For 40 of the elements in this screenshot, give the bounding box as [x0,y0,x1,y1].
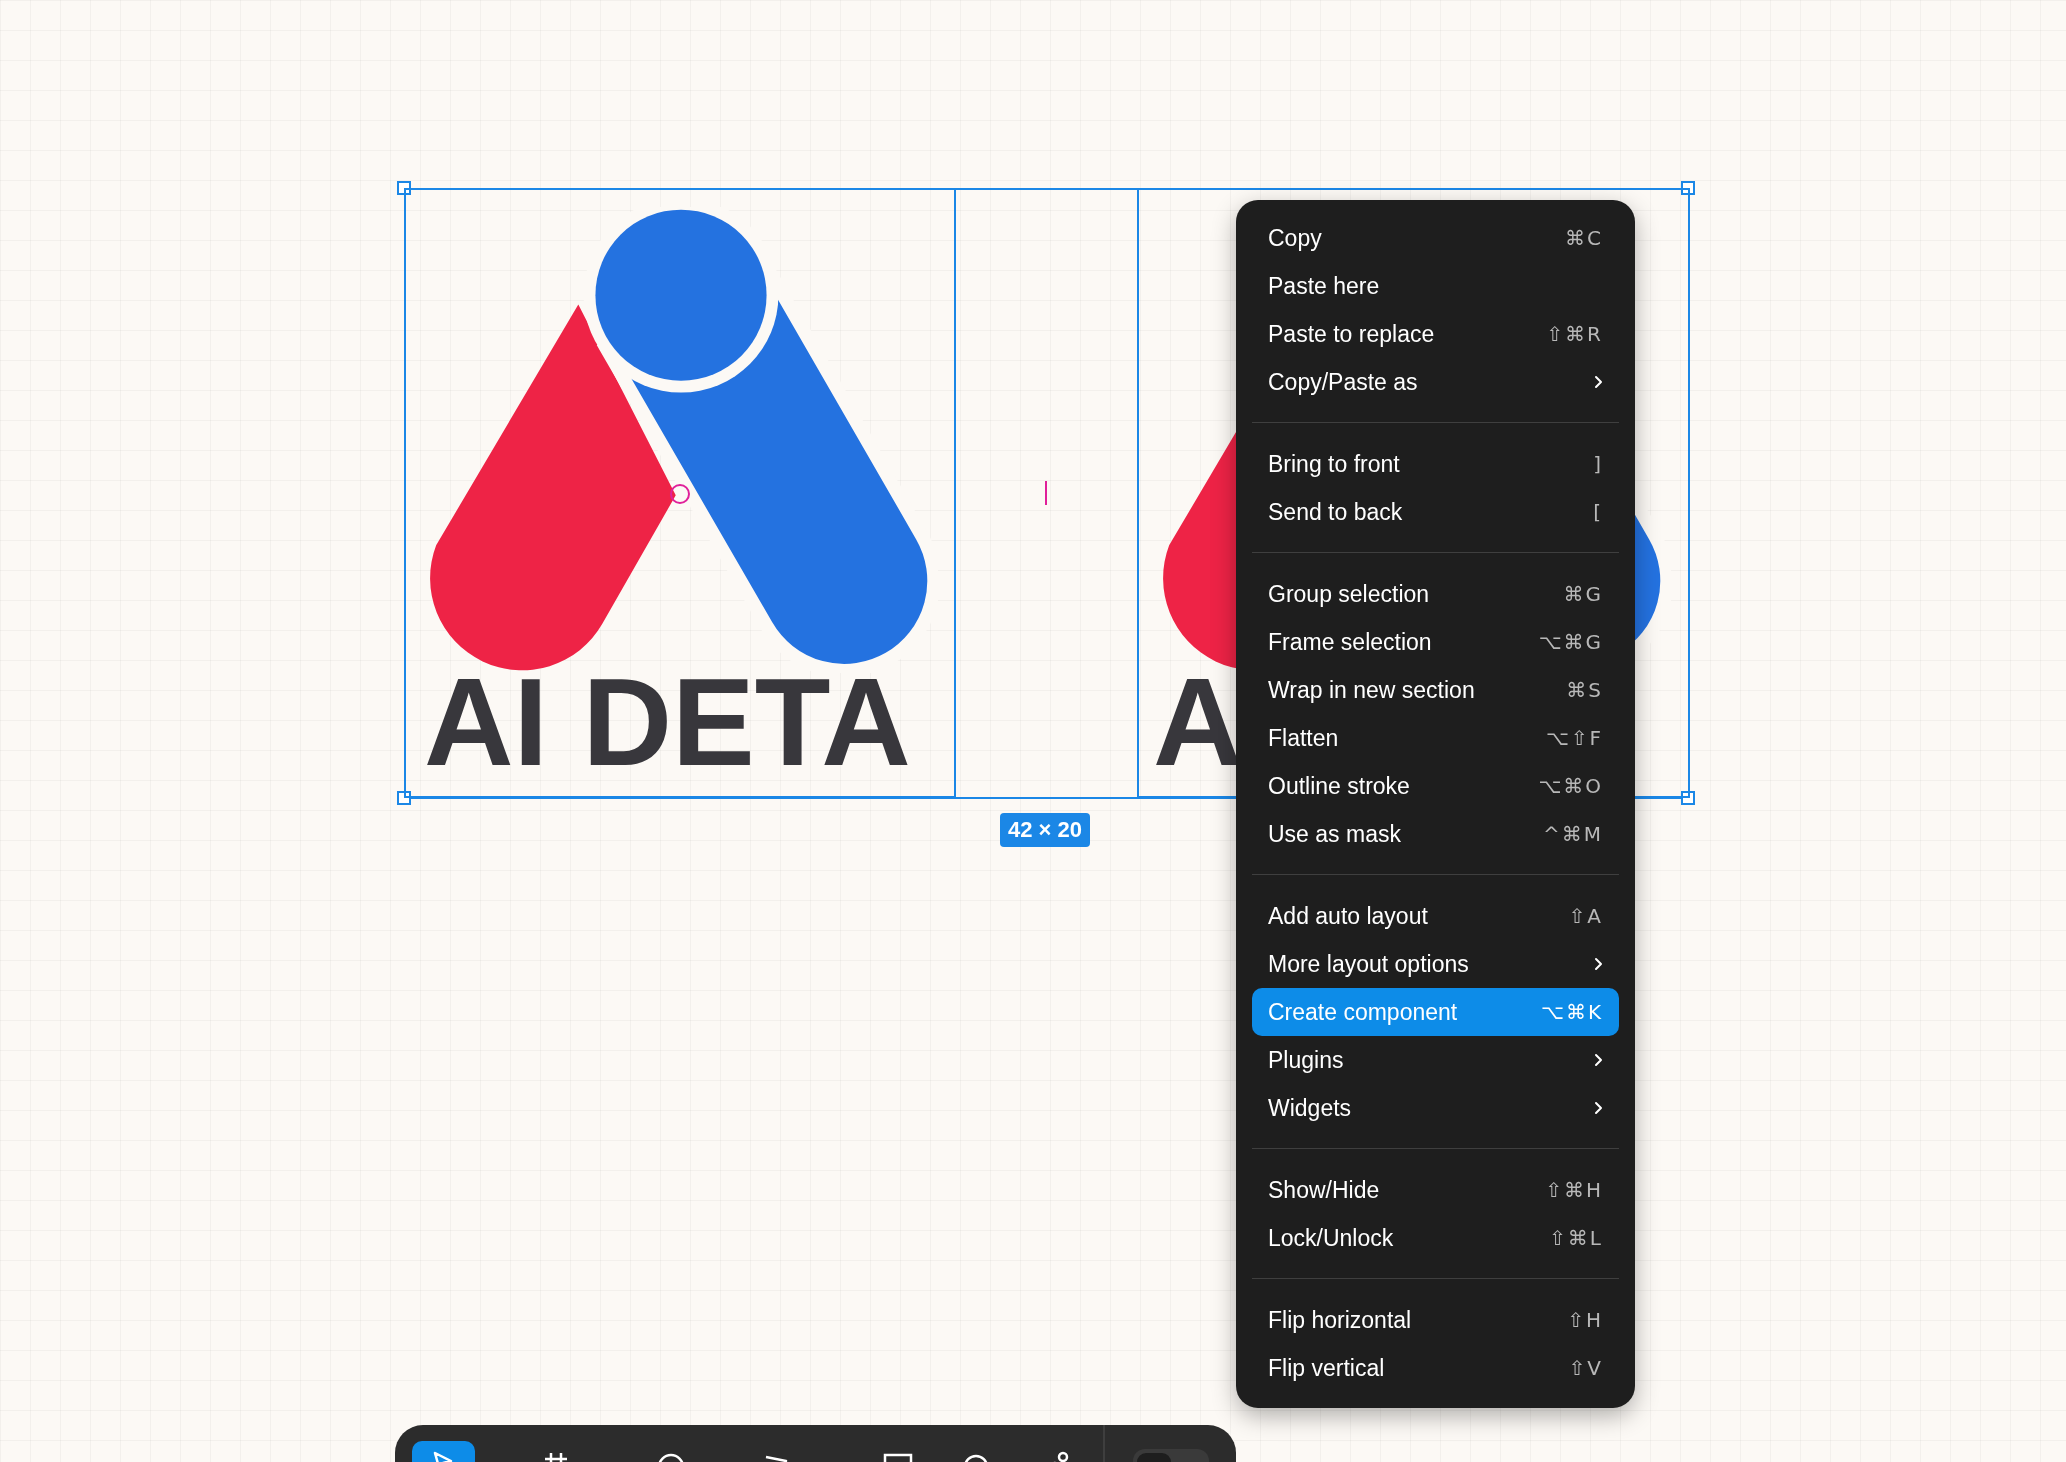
menu-item[interactable]: Flatten ⌥⇧F [1252,714,1619,762]
menu-item[interactable]: More layout options [1252,940,1619,988]
menu-item[interactable]: Flip horizontal ⇧H [1252,1296,1619,1344]
shortcut-text: [ [1593,499,1603,526]
shortcut-text: ⇧⌘R [1546,321,1603,348]
shortcut-text: ⇧H [1567,1307,1603,1334]
menu-item[interactable]: Copy ⌘C [1252,214,1619,262]
shortcut-text: ⇧V [1568,1355,1603,1382]
menu-item[interactable]: Frame selection ⌥⌘G [1252,618,1619,666]
shortcut-text: ⌥⌘O [1538,773,1603,800]
shortcut-text: ⌘C [1565,225,1603,252]
menu-item[interactable]: Widgets [1252,1084,1619,1132]
menu-item[interactable]: Lock/Unlock ⇧⌘L [1252,1214,1619,1262]
logo-text: A [1153,660,1243,784]
menu-item[interactable]: Group selection ⌘G [1252,570,1619,618]
shortcut-text: ⌥⌘G [1538,629,1603,656]
shortcut-text: ] [1593,451,1603,478]
menu-item[interactable]: Wrap in new section ⌘S [1252,666,1619,714]
menu-item[interactable]: Paste here [1252,262,1619,310]
shortcut-text: ⌘G [1563,581,1603,608]
shortcut-text: ⌥⇧F [1545,725,1603,752]
menu-item[interactable]: Plugins [1252,1036,1619,1084]
shortcut-text: ⌘S [1566,677,1603,704]
menu-item[interactable]: Show/Hide ⇧⌘H [1252,1166,1619,1214]
menu-item[interactable]: Paste to replace ⇧⌘R [1252,310,1619,358]
menu-item[interactable]: Outline stroke ⌥⌘O [1252,762,1619,810]
logo-text: AI DETA [424,660,911,784]
menu-item[interactable]: Bring to front ] [1252,440,1619,488]
menu-item[interactable]: Add auto layout ⇧A [1252,892,1619,940]
menu-item[interactable]: Flip vertical ⇧V [1252,1344,1619,1392]
shortcut-text: ⇧⌘H [1545,1177,1603,1204]
shortcut-text: ^⌘M [1543,821,1603,848]
shortcut-text: ⇧⌘L [1549,1225,1603,1252]
shortcut-text: ⇧A [1568,903,1603,930]
menu-item[interactable]: Use as mask ^⌘M [1252,810,1619,858]
menu-item[interactable]: Copy/Paste as [1252,358,1619,406]
size-label: 42 × 20 [1000,813,1090,847]
shortcut-text: ⌥⌘K [1540,999,1603,1026]
menu-item[interactable]: Send to back [ [1252,488,1619,536]
menu-item[interactable]: Create component ⌥⌘K [1252,988,1619,1036]
